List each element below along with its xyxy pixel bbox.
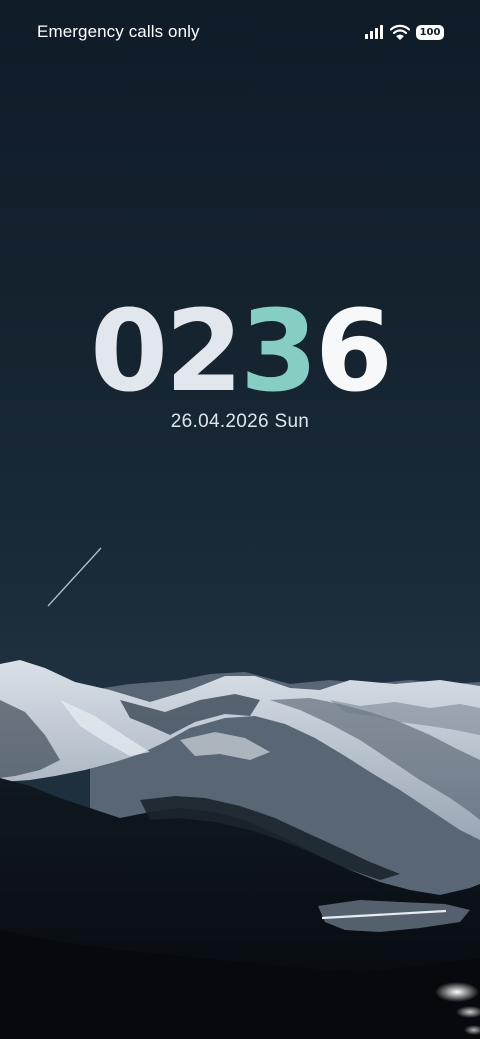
- town-light: [435, 982, 479, 1002]
- wifi-icon: [390, 24, 410, 40]
- clock-digit-accent: 3: [240, 287, 318, 417]
- lock-date: 26.04.2026 Sun: [170, 411, 310, 432]
- clock-digit: 2: [165, 287, 243, 417]
- battery-icon: 100: [416, 24, 444, 40]
- clock-digit: 0: [90, 287, 168, 417]
- status-icons: 100: [364, 22, 444, 42]
- shooting-star: [47, 547, 102, 607]
- wallpaper-image: [0, 547, 480, 1039]
- status-bar: Emergency calls only 100: [0, 0, 480, 64]
- lock-clock[interactable]: 0236: [0, 292, 480, 412]
- lock-screen[interactable]: Emergency calls only 100 0236 26.04.2026…: [0, 0, 480, 1039]
- battery-level: 100: [419, 26, 441, 38]
- clock-digit: 6: [314, 287, 393, 417]
- signal-icon: [365, 25, 383, 39]
- carrier-text: Emergency calls only: [37, 22, 200, 41]
